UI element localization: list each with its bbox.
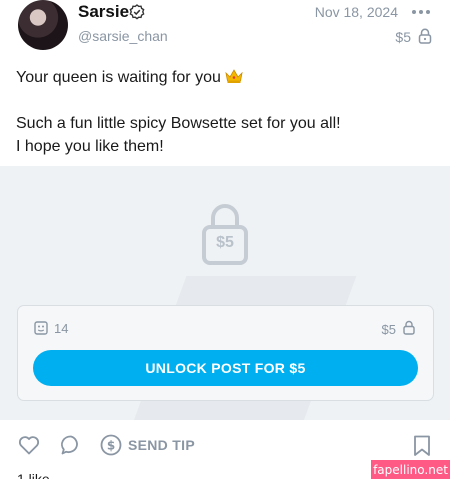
media-count: 14: [54, 321, 69, 336]
likes-count[interactable]: 1 like: [17, 471, 50, 479]
svg-text:$: $: [107, 439, 115, 453]
post-date: Nov 18, 2024: [314, 4, 398, 20]
bookmark-icon[interactable]: [413, 435, 431, 457]
send-tip-button[interactable]: SEND TIP: [128, 437, 195, 453]
post-header: Sarsie @sarsie_chan Nov 18, 2024 $5: [0, 0, 450, 58]
avatar[interactable]: [18, 0, 68, 50]
unlock-post-button[interactable]: UNLOCK POST FOR $5: [33, 350, 418, 386]
author-name[interactable]: Sarsie: [78, 2, 129, 22]
post-text: Your queen is waiting for you Such a fun…: [16, 66, 436, 158]
author-handle[interactable]: @sarsie_chan: [78, 28, 168, 44]
post-text-line-3: I hope you like them!: [16, 138, 164, 155]
lock-icon: [403, 320, 415, 335]
lock-icon: [418, 28, 432, 44]
more-icon[interactable]: [412, 6, 432, 18]
heart-icon[interactable]: [18, 435, 40, 455]
post-price: $5: [395, 29, 411, 45]
card-price: $5: [381, 322, 396, 337]
comment-icon[interactable]: [60, 434, 82, 456]
watermark: fapellino.net: [371, 460, 450, 479]
post-text-line-1: Your queen is waiting for you: [16, 69, 221, 86]
dollar-circle-icon[interactable]: $: [100, 434, 122, 456]
image-icon: [34, 321, 48, 335]
verified-icon: [129, 4, 145, 20]
locked-media: $5 14 $5 UNLOCK POST FOR $5: [0, 166, 450, 420]
post-text-line-2: Such a fun little spicy Bowsette set for…: [16, 115, 341, 132]
lock-price: $5: [216, 234, 234, 251]
crown-icon: [225, 69, 243, 83]
unlock-card: 14 $5 UNLOCK POST FOR $5: [17, 305, 434, 401]
post-text-line: Your queen is waiting for you: [16, 66, 436, 89]
